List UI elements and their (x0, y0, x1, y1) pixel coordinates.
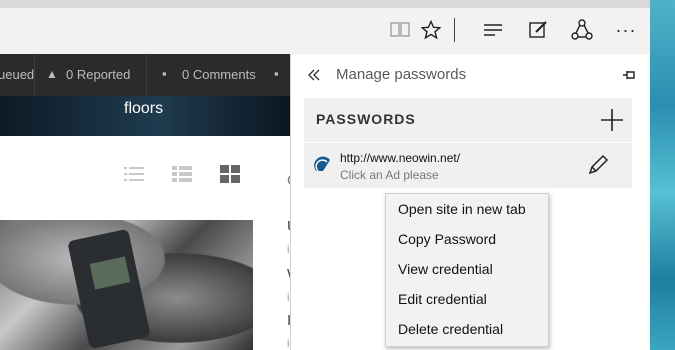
nav-divider (34, 54, 35, 96)
nav-divider (146, 54, 147, 96)
menu-item-edit-credential[interactable]: Edit credential (386, 284, 548, 314)
desktop-background (650, 0, 675, 350)
list-view-icon[interactable] (124, 166, 144, 182)
menu-item-view-credential[interactable]: View credential (386, 254, 548, 284)
comment-icon: ▪ (274, 66, 279, 81)
context-menu: Open site in new tab Copy Password View … (385, 193, 549, 347)
entry-username: Click an Ad please (340, 168, 439, 182)
reading-view-icon[interactable] (386, 16, 414, 44)
reported-link[interactable]: 0 Reported (66, 67, 130, 82)
hub-icon[interactable] (479, 16, 507, 44)
toolbar-separator (454, 18, 455, 42)
view-toggle-bar (0, 136, 290, 196)
menu-item-copy-password[interactable]: Copy Password (386, 224, 548, 254)
entry-url: http://www.neowin.net/ (340, 151, 461, 165)
grid-view-icon[interactable] (220, 165, 240, 183)
menu-item-delete-credential[interactable]: Delete credential (386, 314, 548, 344)
queued-link[interactable]: ueued (0, 67, 34, 82)
banner-title: floors (124, 100, 164, 117)
share-icon[interactable] (568, 16, 596, 44)
passwords-section-header: PASSWORDS (304, 98, 632, 142)
add-icon[interactable] (598, 106, 626, 134)
side-column: C U i W i I i (253, 136, 290, 350)
site-nav-bar: ueued ▲ 0 Reported ▪ 0 Comments ▪ (0, 54, 290, 96)
warning-icon: ▲ (46, 67, 58, 81)
edit-pencil-icon[interactable] (584, 151, 612, 179)
web-note-icon[interactable] (524, 16, 552, 44)
comment-icon: ▪ (162, 66, 167, 81)
section-title: PASSWORDS (316, 111, 416, 127)
hub-title: Manage passwords (336, 66, 467, 83)
menu-item-open-new-tab[interactable]: Open site in new tab (386, 194, 548, 224)
compact-view-icon[interactable] (172, 166, 192, 182)
article-banner: floors (0, 96, 290, 136)
tab-strip (0, 0, 650, 8)
back-chevron-icon[interactable] (307, 68, 321, 82)
more-icon[interactable]: ··· (612, 16, 640, 44)
pin-icon[interactable] (621, 67, 637, 83)
comments-link[interactable]: 0 Comments (182, 67, 256, 82)
neowin-favicon-icon (314, 156, 330, 172)
hub-header: Manage passwords (291, 54, 651, 96)
web-page: ueued ▲ 0 Reported ▪ 0 Comments ▪ floors… (0, 54, 290, 350)
favorites-star-icon[interactable] (417, 16, 445, 44)
password-entry[interactable]: http://www.neowin.net/ Click an Ad pleas… (304, 143, 632, 188)
browser-toolbar: ··· (0, 0, 650, 55)
